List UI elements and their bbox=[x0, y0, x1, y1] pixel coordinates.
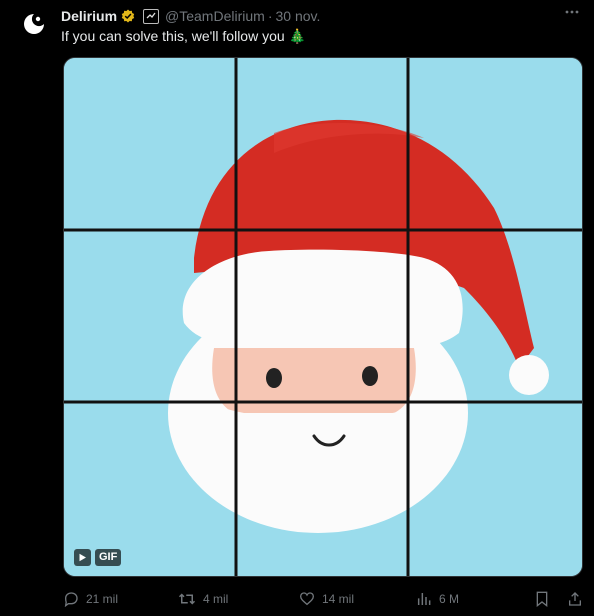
heart-icon bbox=[299, 592, 315, 606]
tweet: Delirium @TeamDelirium · 30 nov. If you … bbox=[0, 0, 594, 616]
tweet-date[interactable]: 30 nov. bbox=[275, 8, 320, 24]
share-icon bbox=[569, 592, 581, 606]
retweet-count: 4 mil bbox=[203, 592, 229, 606]
share-button[interactable] bbox=[567, 588, 583, 610]
like-count: 14 mil bbox=[322, 592, 355, 606]
santa-puzzle-image bbox=[64, 58, 582, 576]
reply-count: 21 mil bbox=[86, 592, 119, 606]
tweet-media-gif[interactable]: GIF bbox=[63, 57, 583, 577]
tweet-text: If you can solve this, we'll follow you … bbox=[61, 28, 306, 44]
separator: · bbox=[267, 8, 273, 24]
more-options-icon[interactable] bbox=[564, 4, 580, 24]
gif-label: GIF bbox=[95, 549, 122, 566]
delirium-logo-icon bbox=[18, 8, 50, 40]
view-count: 6 M bbox=[439, 592, 460, 606]
reply-button[interactable]: 21 mil bbox=[63, 588, 118, 610]
author-handle[interactable]: @TeamDelirium bbox=[165, 8, 265, 24]
verified-badge-icon bbox=[121, 9, 135, 23]
affiliate-badge-icon bbox=[143, 8, 160, 24]
avatar[interactable] bbox=[18, 8, 50, 40]
play-icon[interactable] bbox=[74, 549, 91, 566]
gif-badge: GIF bbox=[74, 549, 122, 566]
bookmark-button[interactable] bbox=[535, 588, 549, 610]
views-icon bbox=[417, 593, 431, 605]
like-button[interactable]: 14 mil bbox=[299, 588, 354, 610]
author-name[interactable]: Delirium bbox=[61, 8, 117, 24]
reply-icon bbox=[64, 592, 78, 607]
views-button[interactable]: 6 M bbox=[416, 588, 459, 610]
tweet-header: Delirium @TeamDelirium · 30 nov. bbox=[61, 6, 584, 26]
retweet-button[interactable]: 4 mil bbox=[178, 588, 228, 610]
action-bar: 21 mil 4 mil 14 mil 6 M bbox=[61, 588, 587, 610]
bookmark-icon bbox=[536, 591, 548, 607]
retweet-icon bbox=[178, 593, 196, 605]
